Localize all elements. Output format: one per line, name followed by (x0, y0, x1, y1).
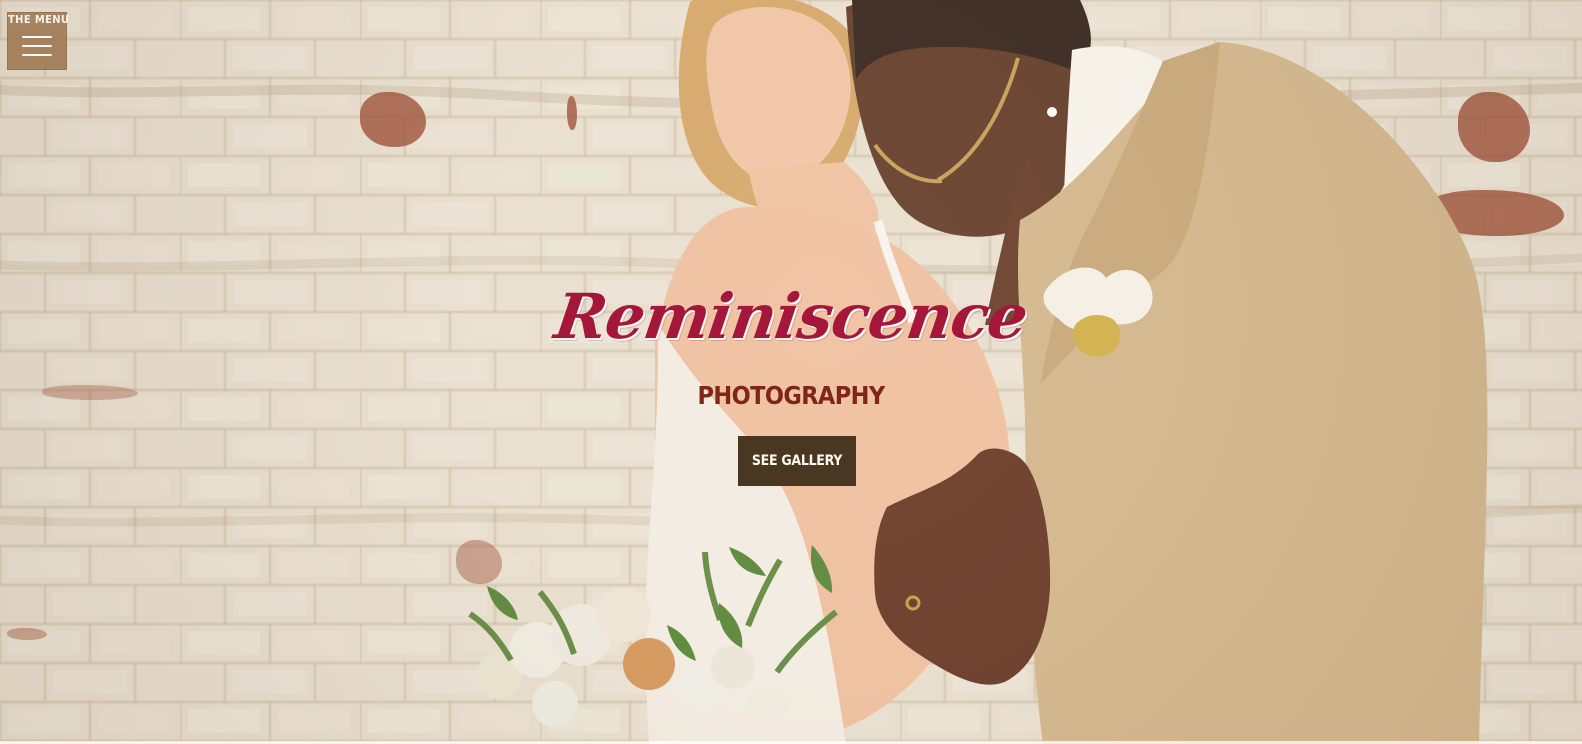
groom-earring (1047, 107, 1057, 117)
menu-line (22, 54, 52, 56)
site-subtitle: PHOTOGRAPHY (697, 381, 885, 410)
menu-toggle-button[interactable]: THE MENU (7, 12, 70, 70)
menu-line (22, 45, 52, 47)
see-gallery-button[interactable]: SEE GALLERY (738, 436, 856, 486)
menu-line (22, 36, 52, 38)
hamburger-menu-icon (22, 36, 52, 57)
site-title: Reminiscence (550, 280, 1032, 353)
menu-label: THE MENU (8, 13, 70, 26)
hero-title-stack: Reminiscence PHOTOGRAPHY SEE GALLERY (0, 278, 1582, 498)
hero-section: THE MENU Reminiscence PHOTOGRAPHY SEE GA… (0, 0, 1582, 744)
